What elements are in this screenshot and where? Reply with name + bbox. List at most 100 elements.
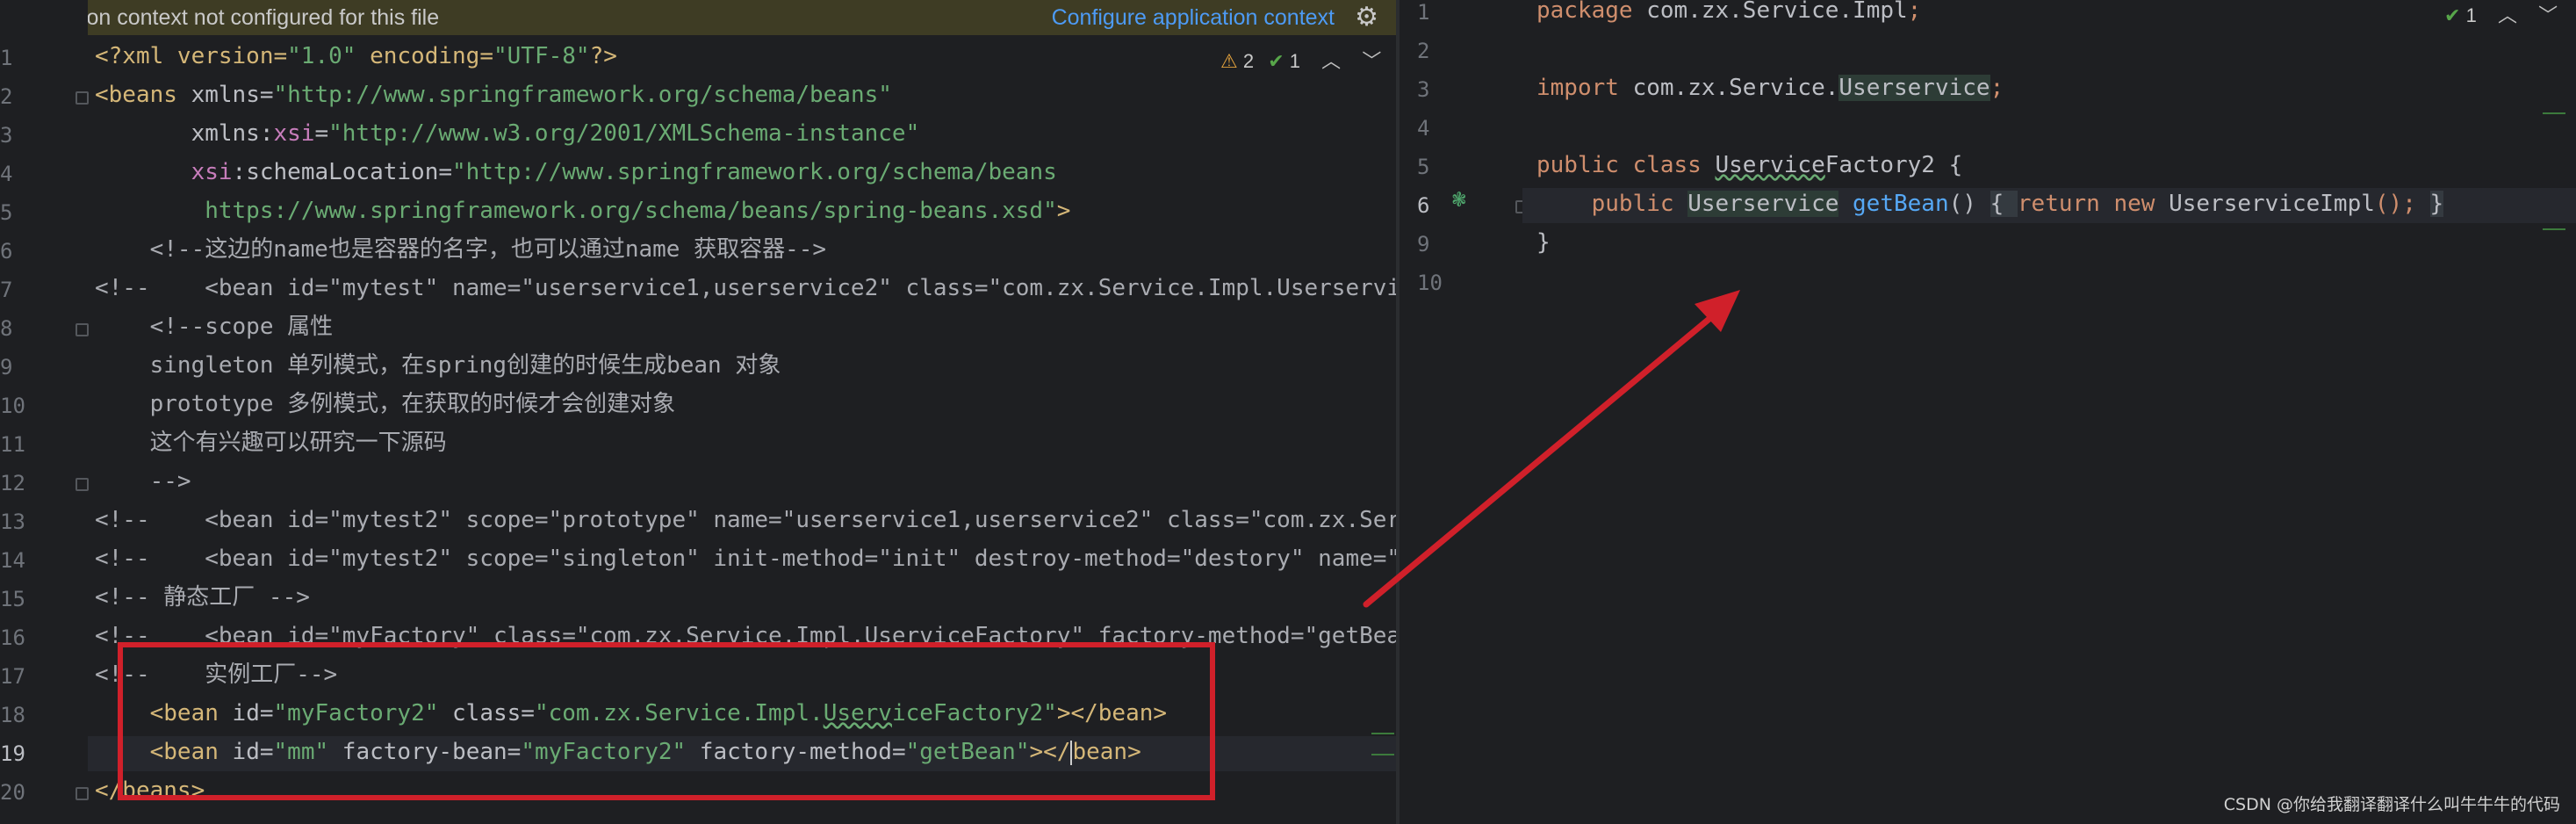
code-token: ; [1907,0,1922,24]
check-icon: ✔ [2444,4,2461,26]
code-token: "http://www.springframework.org/schema/b… [273,82,892,108]
code-token: singleton 单列模式，在spring创建的时候生成bean 对象 [95,352,781,379]
line-number[interactable]: 4 [0,162,12,186]
line-number[interactable]: 3 [0,123,12,148]
line-number[interactable]: 10 [1417,271,1443,295]
line-number[interactable]: 2 [1417,39,1429,63]
warning-count: 2 [1242,50,1255,72]
code-token: prototype 多例模式，在获取的时候才会创建对象 [95,391,676,417]
code-line[interactable]: https://www.springframework.org/schema/b… [95,195,1070,227]
configure-context-link[interactable]: Configure application context [1052,5,1335,31]
code-token: encoding= [356,43,493,69]
line-number[interactable]: 6 [1417,193,1429,218]
line-number[interactable]: 3 [1417,77,1429,102]
line-number[interactable]: 19 [0,741,25,766]
change-marker [1371,754,1394,755]
code-line[interactable]: xmlns:xsi="http://www.w3.org/2001/XMLSch… [95,118,920,149]
code-token: xmlns: [95,120,274,147]
code-token: public [1536,191,1688,217]
code-line[interactable]: <!-- <bean id="mytest" name="userservice… [95,272,1396,304]
code-line[interactable]: import com.zx.Service.Userservice; [1536,72,2004,104]
line-number[interactable]: 6 [0,239,12,264]
line-number[interactable]: 5 [1417,155,1429,179]
line-number[interactable]: 18 [0,703,25,727]
code-line[interactable]: --> [95,466,191,497]
code-token: <!-- <bean id="mytest2" scope="prototype… [95,507,1396,533]
bean-gutter-icon[interactable]: ❃ [1452,186,1466,213]
line-number[interactable]: 17 [0,664,25,689]
code-line[interactable]: singleton 单列模式，在spring创建的时候生成bean 对象 [95,350,781,381]
code-token: () [1948,191,1990,217]
code-line[interactable]: <!--scope 属性 [95,311,334,343]
code-token: <!-- <bean id="mytest" name="userservice… [95,275,1396,301]
code-line[interactable]: <!-- <bean id="mytest2" scope="singleton… [95,543,1396,575]
code-line[interactable]: <?xml version="1.0" encoding="UTF-8"?> [95,40,617,72]
chevron-down-icon[interactable]: ﹀ [2538,4,2558,26]
change-marker [1371,733,1394,734]
code-token: <?xml version= [95,43,288,69]
code-token: package [1536,0,1647,24]
line-number[interactable]: 9 [1417,232,1429,257]
line-number[interactable]: 9 [0,355,12,379]
line-number[interactable]: 20 [0,780,25,805]
code-token: Userservice [1687,191,1839,217]
code-line[interactable]: <!--这边的name也是容器的名字，也可以通过name 获取容器--> [95,234,826,265]
chevron-up-icon[interactable]: ︿ [2498,4,2517,26]
fold-icon[interactable] [76,91,89,105]
warning-icon: ⚠ [1220,50,1238,72]
line-number[interactable]: 10 [0,394,25,418]
watermark: CSDN @你给我翻译翻译什么叫牛牛牛的代码 [2223,795,2560,814]
chevron-up-icon[interactable]: ︿ [1321,50,1341,72]
line-number[interactable]: 15 [0,587,25,611]
line-number[interactable]: 4 [1417,116,1429,141]
code-line[interactable]: 这个有兴趣可以研究一下源码 [95,427,447,459]
inspection-widget-right[interactable]: ✔ 1 ︿ ﹀ [2444,0,2558,28]
annotation-highlight-box [118,642,1215,800]
code-token: xsi [273,120,315,147]
code-token: <!--这边的name也是容器的名字，也可以通过name 获取容器--> [95,236,827,263]
code-token: return new [2017,191,2169,217]
line-number[interactable]: 12 [0,471,25,495]
code-line[interactable]: <!-- 静态工厂 --> [95,582,310,613]
gear-icon[interactable]: ⚙ [1355,2,1378,33]
line-number[interactable]: 8 [0,316,12,341]
line-number[interactable]: 16 [0,625,25,650]
code-line[interactable]: xsi:schemaLocation="http://www.springfra… [95,156,1057,188]
line-number[interactable]: 13 [0,510,25,534]
code-token: 这个有兴趣可以研究一下源码 [95,430,447,456]
check-count: 1 [2465,4,2477,26]
code-token: <!-- 静态工厂 --> [95,584,310,611]
change-marker [2543,228,2565,230]
code-token: ; [1990,75,2004,101]
line-number[interactable]: 14 [0,548,25,573]
code-token: > [1056,198,1071,224]
code-token: Uservice [1715,152,1825,178]
code-line[interactable]: <beans xmlns="http://www.springframework… [95,79,892,111]
line-number[interactable]: 1 [1417,0,1429,25]
check-count: 1 [1289,50,1301,72]
fold-icon[interactable] [76,478,89,491]
inspection-widget[interactable]: ⚠ 2 ✔ 1 ︿ ﹀ [1220,46,1381,74]
line-number[interactable]: 1 [0,46,12,70]
line-number[interactable]: 7 [0,278,12,302]
code-token: com.zx.Service.Impl [1646,0,1908,24]
code-line[interactable]: package com.zx.Service.Impl; [1536,0,1921,26]
code-line[interactable]: public Userservice getBean() { return ne… [1536,188,2444,220]
left-gutter: 1 2 3 4 5 6 7 8 9 10 11 12 13 14 15 16 17 18 19 20 [0,0,89,824]
line-number[interactable]: 2 [0,84,12,109]
chevron-down-icon[interactable]: ﹀ [1362,50,1381,72]
code-token: = [314,120,329,147]
code-token: com.zx.Service. [1632,75,1839,101]
right-editor-pane[interactable]: ✔ 1 ︿ ﹀ 1 2 3 4 5 6 9 10 ❃ package com.zx.Servi… [1400,0,2576,824]
line-number[interactable]: 11 [0,432,25,457]
code-line[interactable]: prototype 多例模式，在获取的时候才会创建对象 [95,388,676,420]
code-line[interactable]: public class UserviceFactory2 { [1536,149,1962,181]
fold-icon[interactable] [76,787,89,800]
line-number[interactable]: 5 [0,200,12,225]
fold-icon[interactable] [76,323,89,336]
code-token: xsi [191,159,233,185]
code-line[interactable]: } [1536,227,1551,258]
context-banner: Application context not configured for t… [0,0,1396,35]
code-line[interactable]: <!-- <bean id="mytest2" scope="prototype… [95,504,1396,536]
